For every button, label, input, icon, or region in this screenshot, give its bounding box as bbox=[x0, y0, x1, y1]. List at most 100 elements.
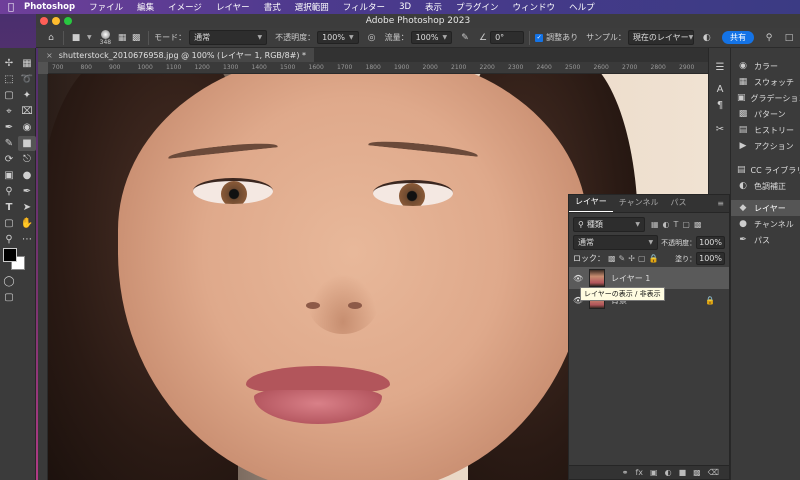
menu-type[interactable]: 書式 bbox=[257, 1, 288, 13]
filter-type-icons[interactable]: ▦◐T▢▩ bbox=[651, 220, 706, 229]
menu-layer[interactable]: レイヤー bbox=[209, 1, 257, 13]
hand-tool-icon[interactable]: ✋ bbox=[18, 216, 36, 231]
tab-channels[interactable]: チャンネル bbox=[613, 197, 665, 212]
pen-tool-icon[interactable]: ✒ bbox=[18, 184, 36, 199]
layer-style-icon[interactable]: fx bbox=[635, 468, 643, 477]
tools-preset-icon[interactable]: ✂ bbox=[713, 122, 727, 136]
crop-tool-icon[interactable]: ⌖ bbox=[0, 104, 18, 119]
angle-field[interactable]: 0° bbox=[490, 31, 525, 44]
filter-kind-dropdown[interactable]: ⚲ 種類 ▼ bbox=[573, 217, 645, 232]
panel-actions[interactable]: ▶ アクション bbox=[731, 138, 800, 154]
airbrush-icon[interactable]: ✎ bbox=[458, 31, 472, 45]
more-tools-icon[interactable]: ⋯ bbox=[18, 232, 36, 247]
panel-gradients[interactable]: ▣ グラデーション bbox=[731, 90, 800, 106]
sample-dropdown[interactable]: 現在のレイヤー ▼ bbox=[627, 30, 694, 45]
aligned-checkbox[interactable]: ✓ bbox=[535, 33, 544, 42]
new-group-icon[interactable]: ■ bbox=[679, 468, 687, 477]
menu-view[interactable]: 表示 bbox=[418, 1, 449, 13]
menu-file[interactable]: ファイル bbox=[82, 1, 130, 13]
pressure-opacity-icon[interactable]: ◎ bbox=[365, 31, 379, 45]
screen-mode-icon[interactable]: ▢ bbox=[0, 290, 18, 305]
object-selection-tool-icon[interactable]: ▢ bbox=[0, 88, 18, 103]
eraser-tool-icon[interactable]: ⎋ bbox=[18, 152, 36, 167]
menu-plugins[interactable]: プラグイン bbox=[449, 1, 506, 13]
menu-3d[interactable]: 3D bbox=[392, 2, 418, 12]
lock-options-icons[interactable]: ▩✎✢▢🔒 bbox=[608, 254, 661, 263]
fill-field[interactable]: 100% bbox=[696, 252, 725, 265]
clone-stamp-tool-icon[interactable]: ■ bbox=[18, 136, 36, 151]
menu-filter[interactable]: フィルター bbox=[336, 1, 392, 13]
home-icon[interactable]: ⌂ bbox=[44, 31, 58, 45]
gradient-tool-icon[interactable]: ▣ bbox=[0, 168, 18, 183]
eyedropper-tool-icon[interactable]: ✒ bbox=[0, 120, 18, 135]
ignore-adjustment-layers-icon[interactable]: ◐ bbox=[700, 31, 714, 45]
lasso-tool-icon[interactable]: ➰ bbox=[18, 72, 36, 87]
quick-mask-icon[interactable]: ◯ bbox=[0, 274, 18, 289]
magic-wand-tool-icon[interactable]: ✦ bbox=[18, 88, 36, 103]
zoom-window-button[interactable] bbox=[64, 17, 72, 25]
opacity-dropdown[interactable]: 100% ▼ bbox=[317, 31, 359, 44]
shape-tool-icon[interactable]: ▢ bbox=[0, 216, 18, 231]
panel-paths[interactable]: ✒ パス bbox=[731, 232, 800, 248]
lock-icon[interactable]: 🔒 bbox=[705, 296, 715, 305]
panel-history[interactable]: ▤ ヒストリー bbox=[731, 122, 800, 138]
minimize-window-button[interactable] bbox=[52, 17, 60, 25]
delete-layer-icon[interactable]: ⌫ bbox=[708, 468, 719, 477]
dodge-tool-icon[interactable]: ⚲ bbox=[0, 184, 18, 199]
menu-help[interactable]: ヘルプ bbox=[562, 1, 602, 13]
layer-row[interactable]: 👁 レイヤー 1 bbox=[569, 267, 729, 289]
zoom-tool-icon[interactable]: ⚲ bbox=[0, 232, 18, 247]
panel-menu-icon[interactable]: ≡ bbox=[717, 199, 729, 212]
artboard-tool-icon[interactable]: ▦ bbox=[18, 56, 36, 71]
panel-channels[interactable]: ● チャンネル bbox=[731, 216, 800, 232]
brush-tool-icon[interactable]: ✎ bbox=[0, 136, 18, 151]
menu-window[interactable]: ウィンドウ bbox=[506, 1, 563, 13]
close-window-button[interactable] bbox=[40, 17, 48, 25]
new-adjustment-layer-icon[interactable]: ◐ bbox=[665, 468, 672, 477]
new-layer-icon[interactable]: ▩ bbox=[693, 468, 701, 477]
link-layers-icon[interactable]: ⚭ bbox=[622, 468, 629, 477]
visibility-eye-icon[interactable]: 👁 bbox=[573, 274, 583, 282]
close-icon[interactable]: × bbox=[46, 51, 53, 60]
marquee-tool-icon[interactable]: ⬚ bbox=[0, 72, 18, 87]
share-button[interactable]: 共有 bbox=[722, 31, 754, 44]
healing-brush-tool-icon[interactable]: ◉ bbox=[18, 120, 36, 135]
tab-layers[interactable]: レイヤー bbox=[569, 196, 613, 212]
menu-app-photoshop[interactable]: Photoshop bbox=[22, 2, 82, 12]
layer-name[interactable]: レイヤー 1 bbox=[611, 273, 650, 284]
blur-tool-icon[interactable]: ● bbox=[18, 168, 36, 183]
layer-opacity-field[interactable]: 100% bbox=[696, 236, 725, 249]
mode-dropdown[interactable]: 通常 ▼ bbox=[189, 30, 268, 45]
move-tool-icon[interactable]: ✢ bbox=[0, 56, 18, 71]
frame-tool-icon[interactable]: ⌧ bbox=[18, 104, 36, 119]
panel-cc-libraries[interactable]: ▤ CC ライブラリ bbox=[731, 162, 800, 178]
flow-dropdown[interactable]: 100% ▼ bbox=[410, 31, 453, 44]
properties-icon[interactable]: ☰ bbox=[713, 60, 727, 74]
panel-color[interactable]: ◉ カラー bbox=[731, 58, 800, 74]
apple-icon[interactable]:  bbox=[0, 2, 22, 13]
panel-patterns[interactable]: ▩ パターン bbox=[731, 106, 800, 122]
brush-settings-icon[interactable]: ▦ bbox=[115, 31, 129, 45]
panel-adjustments[interactable]: ◐ 色調補正 bbox=[731, 178, 800, 194]
panel-swatches[interactable]: ▦ スウォッチ bbox=[731, 74, 800, 90]
panel-layers[interactable]: ◆ レイヤー bbox=[731, 200, 800, 216]
workspace-icon[interactable]: □ bbox=[782, 31, 796, 45]
menu-image[interactable]: イメージ bbox=[161, 1, 209, 13]
history-brush-tool-icon[interactable]: ⟳ bbox=[0, 152, 18, 167]
menu-select[interactable]: 選択範囲 bbox=[288, 1, 336, 13]
tab-paths[interactable]: パス bbox=[665, 197, 693, 212]
blend-mode-dropdown[interactable]: 通常 ▼ bbox=[573, 235, 659, 250]
paragraph-icon[interactable]: ¶ bbox=[713, 98, 727, 112]
search-icon[interactable]: ⚲ bbox=[762, 31, 776, 45]
type-tool-icon[interactable]: T bbox=[0, 200, 18, 215]
add-mask-icon[interactable]: ▣ bbox=[650, 468, 658, 477]
path-selection-tool-icon[interactable]: ➤ bbox=[18, 200, 36, 215]
chevron-down-icon[interactable]: ▼ bbox=[87, 34, 92, 41]
document-tab[interactable]: × shutterstock_2010676958.jpg @ 100% (レイ… bbox=[38, 48, 315, 62]
clone-stamp-tool-icon[interactable]: ■ bbox=[69, 31, 83, 45]
menu-edit[interactable]: 編集 bbox=[130, 1, 161, 13]
foreground-color-swatch[interactable] bbox=[3, 248, 17, 262]
brush-preset-picker[interactable]: 348 bbox=[100, 29, 111, 46]
character-icon[interactable]: A bbox=[713, 82, 727, 96]
clone-source-icon[interactable]: ▩ bbox=[129, 31, 143, 45]
